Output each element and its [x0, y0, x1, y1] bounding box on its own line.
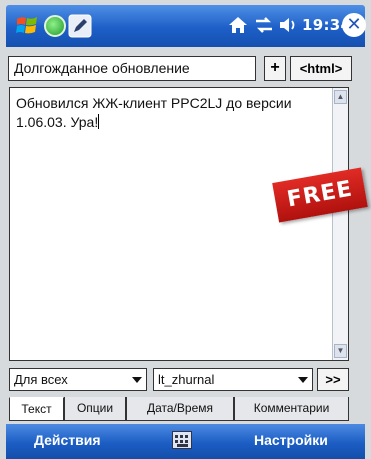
message-body[interactable]: Обновился ЖЖ-клиент PPC2LJ до версии 1.0…	[16, 94, 321, 132]
keyboard-icon[interactable]	[172, 431, 192, 449]
subject-input[interactable]: Долгожданное обновление	[8, 56, 256, 81]
scroll-up-icon[interactable]: ▲	[334, 90, 347, 104]
softkey-bar: Действия Настройки	[6, 424, 365, 459]
messenger-icon[interactable]	[44, 15, 66, 37]
chevron-down-icon	[298, 377, 308, 383]
journal-select[interactable]: lt_zhurnal	[153, 368, 313, 391]
close-icon[interactable]: ✕	[342, 13, 366, 37]
audience-select-value: Для всех	[14, 372, 68, 387]
sync-icon[interactable]	[254, 16, 274, 34]
tab-comments[interactable]: Комментарии	[234, 397, 349, 421]
pocket-pc-screen: 19:34 ✕ Долгожданное обновление + <html>…	[0, 0, 371, 459]
tab-datetime[interactable]: Дата/Время	[126, 397, 234, 421]
settings-softkey[interactable]: Настройки	[254, 432, 328, 448]
tab-bar: Текст Опции Дата/Время Комментарии	[9, 397, 349, 421]
vertical-scrollbar[interactable]: ▲ ▼	[332, 88, 348, 360]
pencil-icon[interactable]	[68, 14, 92, 38]
home-icon[interactable]	[228, 15, 248, 35]
text-cursor	[98, 114, 100, 129]
message-textarea[interactable]: Обновился ЖЖ-клиент PPC2LJ до версии 1.0…	[9, 87, 349, 361]
volume-icon[interactable]	[278, 16, 298, 34]
chevron-down-icon	[132, 377, 142, 383]
selectors-row: Для всех lt_zhurnal >>	[9, 368, 349, 392]
add-button[interactable]: +	[264, 56, 286, 81]
audience-select[interactable]: Для всех	[9, 368, 147, 391]
tab-text[interactable]: Текст	[9, 397, 64, 421]
message-text: Обновился ЖЖ-клиент PPC2LJ до версии 1.0…	[16, 95, 292, 130]
tab-options[interactable]: Опции	[64, 397, 126, 421]
scroll-down-icon[interactable]: ▼	[334, 344, 347, 358]
next-button[interactable]: >>	[317, 368, 349, 391]
subject-row: Долгожданное обновление + <html>	[6, 56, 352, 82]
status-bar: 19:34 ✕	[6, 5, 366, 47]
actions-softkey[interactable]: Действия	[34, 432, 101, 448]
journal-select-value: lt_zhurnal	[158, 372, 215, 387]
windows-start-icon[interactable]	[14, 13, 40, 39]
html-button[interactable]: <html>	[290, 56, 352, 81]
